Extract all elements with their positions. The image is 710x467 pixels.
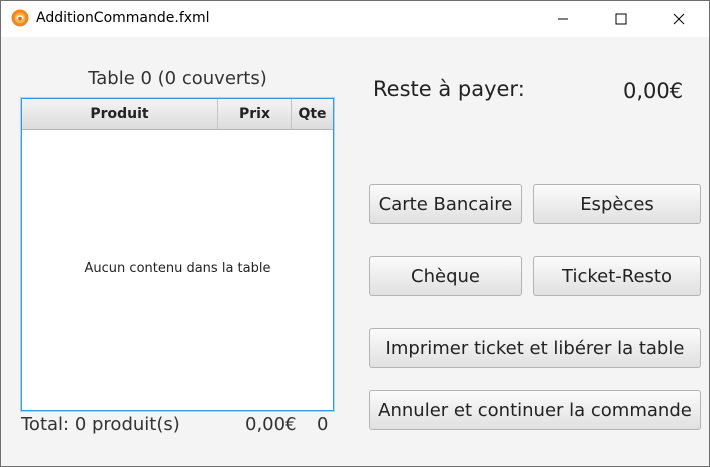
minimize-icon [558,18,568,20]
column-header-produit[interactable]: Produit [22,99,218,129]
remaining-label: Reste à payer: [373,77,525,101]
remaining-value: 0,00€ [623,79,684,103]
total-price: 0,00€ [245,414,297,435]
main-content: Table 0 (0 couverts) Produit Prix Qte Au… [1,37,709,466]
app-window: AdditionCommande.fxml Table 0 (0 couvert… [0,0,710,467]
carte-bancaire-button[interactable]: Carte Bancaire [369,184,522,224]
total-label: Total: 0 produit(s) [21,414,180,435]
maximize-icon [615,13,627,25]
javafx-app-icon [11,9,29,27]
table-header: Produit Prix Qte [22,99,333,130]
window-title: AdditionCommande.fxml [36,10,210,26]
total-quantity: 0 [317,414,329,435]
maximize-button[interactable] [598,1,644,37]
print-and-free-table-button[interactable]: Imprimer ticket et libérer la table [369,328,701,368]
close-button[interactable] [656,1,702,37]
column-header-qte[interactable]: Qte [292,99,333,129]
minimize-button[interactable] [540,1,586,37]
title-bar[interactable]: AdditionCommande.fxml [1,1,709,37]
table-caption: Table 0 (0 couverts) [88,68,267,89]
table-placeholder: Aucun contenu dans la table [84,261,271,276]
column-header-prix[interactable]: Prix [218,99,292,129]
close-icon [673,13,685,25]
order-table[interactable]: Produit Prix Qte Aucun contenu dans la t… [21,98,334,411]
especes-button[interactable]: Espèces [533,184,701,224]
cancel-and-continue-button[interactable]: Annuler et continuer la commande [369,390,701,430]
cheque-button[interactable]: Chèque [369,256,522,296]
ticket-resto-button[interactable]: Ticket-Resto [533,256,701,296]
